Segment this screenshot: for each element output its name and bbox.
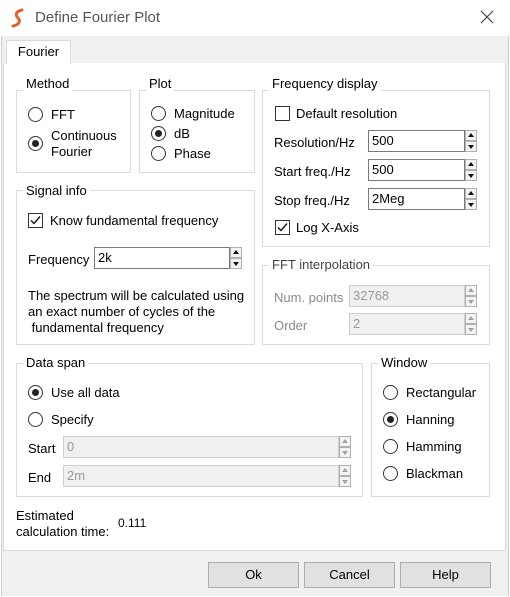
signal-info-note-line3: fundamental frequency — [28, 320, 164, 335]
resolution-label: Resolution/Hz — [274, 135, 355, 150]
ok-button[interactable]: Ok — [208, 562, 299, 588]
start-label: Start — [28, 441, 56, 456]
start-freq-input[interactable]: 500 — [368, 159, 465, 181]
window-rectangular-radio[interactable] — [383, 385, 398, 400]
estimate-label-line1: Estimated — [16, 508, 74, 523]
specify-label[interactable]: Specify — [51, 412, 94, 427]
plot-db-radio[interactable] — [151, 126, 166, 141]
signal-info-group-label: Signal info — [23, 184, 90, 198]
simetrix-logo-icon — [11, 8, 24, 28]
window-blackman-label[interactable]: Blackman — [406, 466, 463, 481]
method-continuous-fourier-radio[interactable] — [28, 136, 43, 151]
estimate-label-line2: calculation time: — [16, 524, 110, 539]
spin-down-icon[interactable] — [339, 447, 351, 458]
spin-down-icon[interactable] — [465, 324, 477, 335]
order-spinner[interactable] — [465, 313, 477, 335]
spin-up-icon[interactable] — [339, 465, 351, 476]
method-group-label: Method — [23, 77, 73, 91]
checkmark-icon — [277, 223, 288, 232]
spin-up-icon[interactable] — [230, 247, 242, 258]
know-fundamental-checkbox[interactable] — [28, 213, 43, 228]
num-points-label: Num. points — [274, 290, 344, 305]
num-points-spinner[interactable] — [465, 285, 477, 307]
start-freq-label: Start freq./Hz — [274, 164, 351, 179]
method-continuous-fourier-label-line1[interactable]: Continuous — [51, 128, 117, 143]
cancel-button[interactable]: Cancel — [304, 562, 395, 588]
frequency-input[interactable]: 2k — [94, 247, 230, 269]
data-span-group-label: Data span — [23, 356, 89, 370]
window-hanning-label[interactable]: Hanning — [406, 412, 454, 427]
spin-down-icon[interactable] — [465, 141, 477, 152]
spin-down-icon[interactable] — [339, 476, 351, 487]
window-title: Define Fourier Plot — [35, 9, 161, 26]
frequency-spinner[interactable] — [230, 247, 242, 269]
spin-up-icon[interactable] — [339, 436, 351, 447]
signal-info-note-line2: an exact number of cycles of the — [28, 304, 216, 319]
fft-interpolation-group-label: FFT interpolation — [269, 258, 374, 272]
plot-db-label[interactable]: dB — [174, 126, 190, 141]
spin-up-icon[interactable] — [465, 188, 477, 199]
plot-magnitude-label[interactable]: Magnitude — [174, 106, 235, 121]
start-input[interactable]: 0 — [63, 436, 339, 458]
spin-up-icon[interactable] — [465, 130, 477, 141]
order-label: Order — [274, 318, 308, 333]
default-resolution-label[interactable]: Default resolution — [296, 106, 397, 121]
resolution-spinner[interactable] — [465, 130, 477, 152]
start-spinner[interactable] — [339, 436, 351, 458]
plot-magnitude-radio[interactable] — [151, 106, 166, 121]
frequency-display-group-label: Frequency display — [269, 77, 381, 91]
end-label: End — [28, 470, 52, 485]
window-hamming-label[interactable]: Hamming — [406, 439, 462, 454]
spin-down-icon[interactable] — [465, 199, 477, 210]
window-hanning-radio[interactable] — [383, 412, 398, 427]
spin-up-icon[interactable] — [465, 285, 477, 296]
method-fft-label[interactable]: FFT — [51, 107, 75, 122]
spin-down-icon[interactable] — [465, 296, 477, 307]
signal-info-note-line1: The spectrum will be calculated using — [28, 288, 245, 303]
method-continuous-fourier-label-line2[interactable]: Fourier — [51, 144, 92, 159]
help-button[interactable]: Help — [400, 562, 491, 588]
know-fundamental-label[interactable]: Know fundamental frequency — [50, 213, 218, 228]
checkmark-icon — [30, 216, 41, 225]
end-input[interactable]: 2m — [63, 465, 339, 487]
window-group-label: Window — [378, 356, 431, 370]
spin-up-icon[interactable] — [465, 159, 477, 170]
default-resolution-checkbox[interactable] — [275, 106, 290, 121]
spin-down-icon[interactable] — [465, 170, 477, 181]
tab-fourier[interactable]: Fourier — [6, 40, 71, 64]
resolution-input[interactable]: 500 — [368, 130, 465, 152]
title-bar: Define Fourier Plot — [0, 0, 510, 36]
window-blackman-radio[interactable] — [383, 466, 398, 481]
log-x-axis-label[interactable]: Log X-Axis — [296, 220, 359, 235]
order-input[interactable]: 2 — [349, 313, 465, 335]
plot-group-label: Plot — [146, 77, 175, 91]
end-spinner[interactable] — [339, 465, 351, 487]
plot-phase-radio[interactable] — [151, 146, 166, 161]
spin-down-icon[interactable] — [230, 258, 242, 269]
frequency-label: Frequency — [28, 252, 90, 267]
stop-freq-input[interactable]: 2Meg — [368, 188, 465, 210]
log-x-axis-checkbox[interactable] — [275, 220, 290, 235]
spin-up-icon[interactable] — [465, 313, 477, 324]
start-freq-spinner[interactable] — [465, 159, 477, 181]
plot-phase-label[interactable]: Phase — [174, 146, 211, 161]
stop-freq-spinner[interactable] — [465, 188, 477, 210]
use-all-data-radio[interactable] — [28, 385, 43, 400]
close-icon[interactable] — [478, 8, 496, 26]
window-hamming-radio[interactable] — [383, 439, 398, 454]
method-fft-radio[interactable] — [28, 107, 43, 122]
window-rectangular-label[interactable]: Rectangular — [406, 385, 476, 400]
stop-freq-label: Stop freq./Hz — [274, 193, 350, 208]
use-all-data-label[interactable]: Use all data — [51, 385, 120, 400]
specify-radio[interactable] — [28, 412, 43, 427]
estimate-value: 0.111 — [118, 516, 147, 530]
num-points-input[interactable]: 32768 — [349, 285, 465, 307]
